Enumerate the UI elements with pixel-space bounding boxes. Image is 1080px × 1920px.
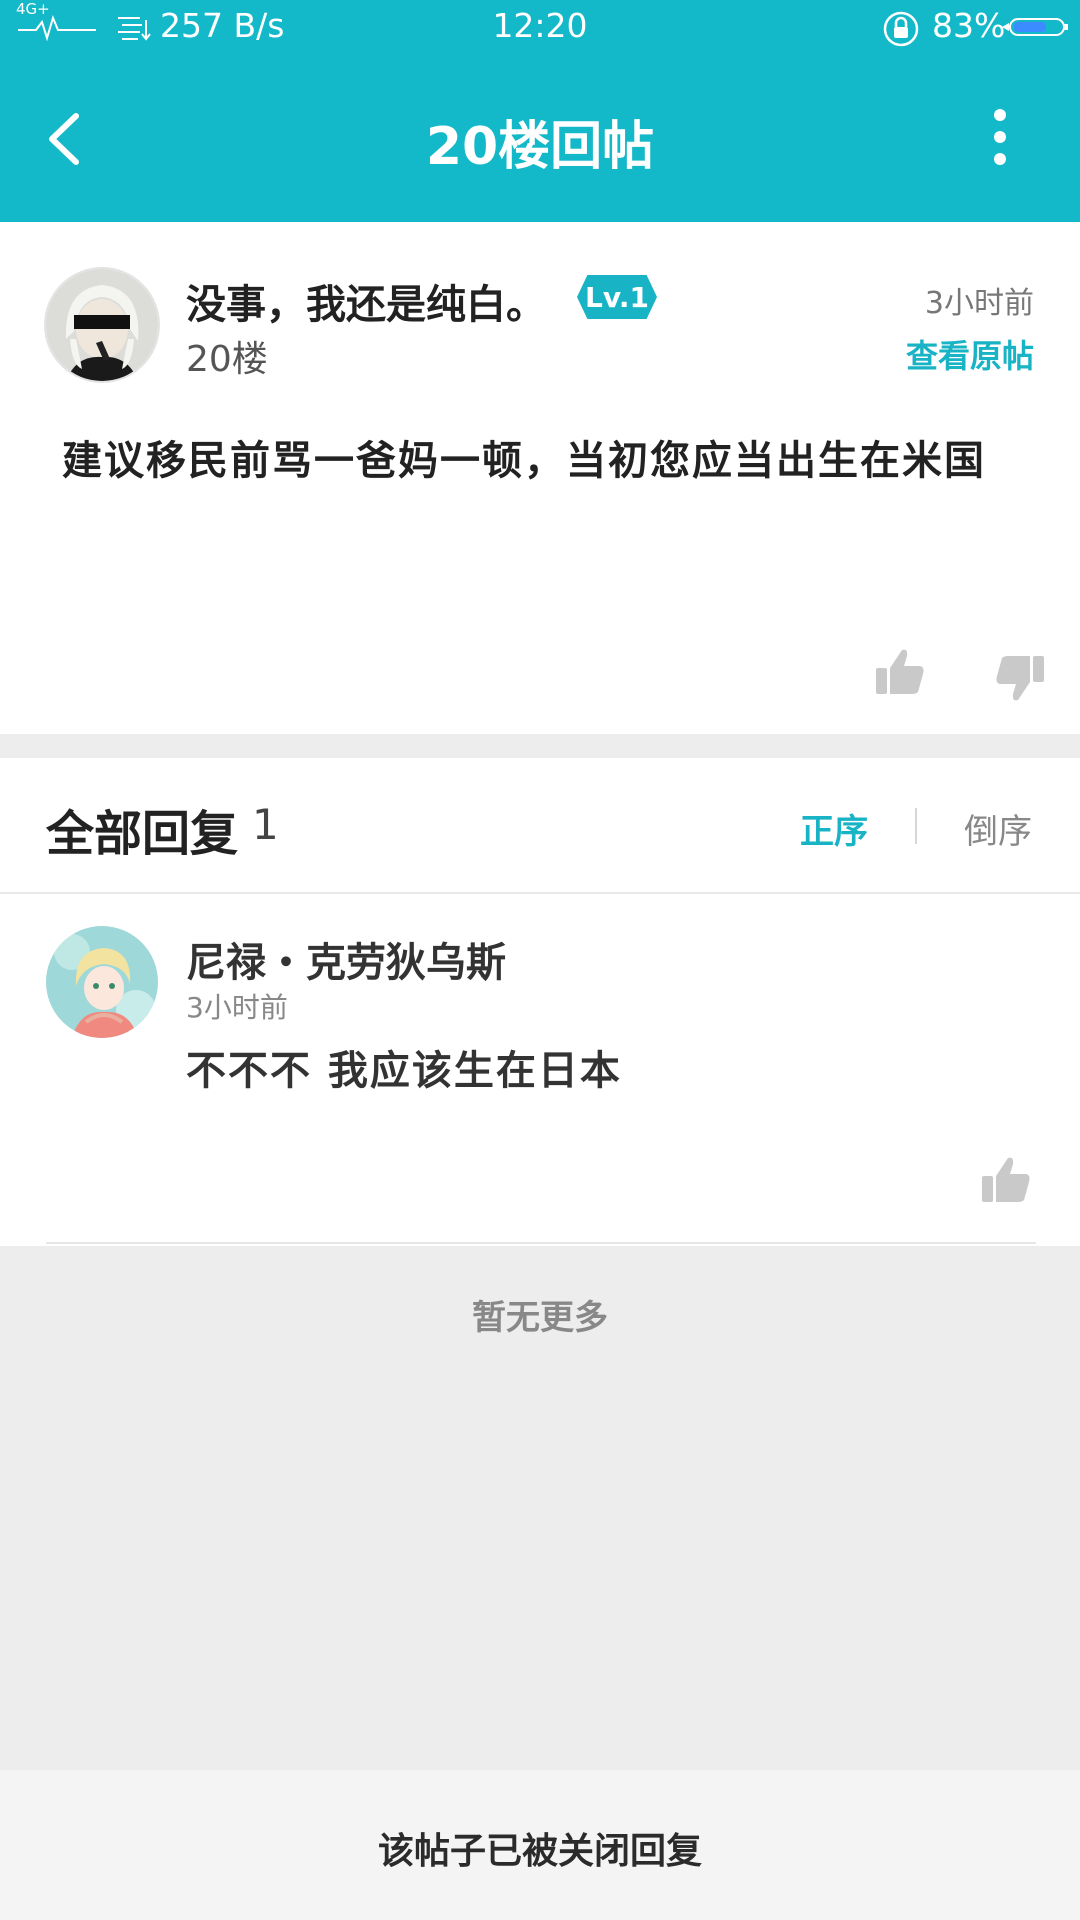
post-card: 没事，我还是纯白。 Lv.1 20楼 3小时前 查看原帖 建议移民前骂一爸妈一顿… xyxy=(0,222,1080,734)
replies-closed-notice: 该帖子已被关闭回复 xyxy=(377,1831,702,1872)
rotation-lock-icon xyxy=(883,11,919,47)
reply-author-avatar[interactable] xyxy=(46,926,158,1038)
sort-ascending-tab[interactable]: 正序 xyxy=(800,804,868,853)
no-more-label: 暂无更多 xyxy=(472,1298,608,1338)
level-badge: Lv.1 xyxy=(577,275,657,319)
post-time: 3小时前 xyxy=(924,286,1034,321)
sort-divider xyxy=(915,808,917,844)
avatar-image xyxy=(46,926,158,1038)
title-bar: 20楼回帖 xyxy=(0,54,1080,222)
avatar-image xyxy=(46,269,158,381)
battery-percent: 83% xyxy=(932,6,1006,45)
floor-number: 20楼 xyxy=(186,339,268,380)
battery-icon xyxy=(1002,18,1068,36)
replies-title: 全部回复 xyxy=(46,806,239,862)
post-author-name[interactable]: 没事，我还是纯白。 xyxy=(186,272,546,330)
page-title: 20楼回帖 xyxy=(425,117,655,177)
post-content: 建议移民前骂一爸妈一顿，当初您应当出生在米国 xyxy=(62,438,986,484)
thumbs-down-icon[interactable] xyxy=(994,652,1046,704)
replies-count: 1 xyxy=(252,800,279,849)
sort-descending-tab[interactable]: 倒序 xyxy=(964,804,1032,853)
view-original-post-link[interactable]: 查看原帖 xyxy=(906,331,1034,377)
reply-time: 3小时前 xyxy=(186,991,288,1024)
reply-content: 不不不 我应该生在日本 xyxy=(186,1048,622,1094)
status-bar: 4G+ 257 B/s 12:20 83% xyxy=(0,0,1080,54)
post-author-avatar[interactable] xyxy=(44,267,160,383)
reply-author-name[interactable]: 尼禄・克劳狄乌斯 xyxy=(186,930,506,988)
reply-item: 尼禄・克劳狄乌斯 3小时前 不不不 我应该生在日本 xyxy=(0,894,1080,1246)
bottom-bar: 该帖子已被关闭回复 xyxy=(0,1770,1080,1920)
replies-header: 全部回复 1 正序 倒序 xyxy=(0,758,1080,894)
thumbs-up-icon[interactable] xyxy=(980,1154,1032,1206)
more-options-button[interactable] xyxy=(976,104,1024,170)
divider xyxy=(46,1242,1036,1244)
thumbs-up-icon[interactable] xyxy=(874,646,926,698)
